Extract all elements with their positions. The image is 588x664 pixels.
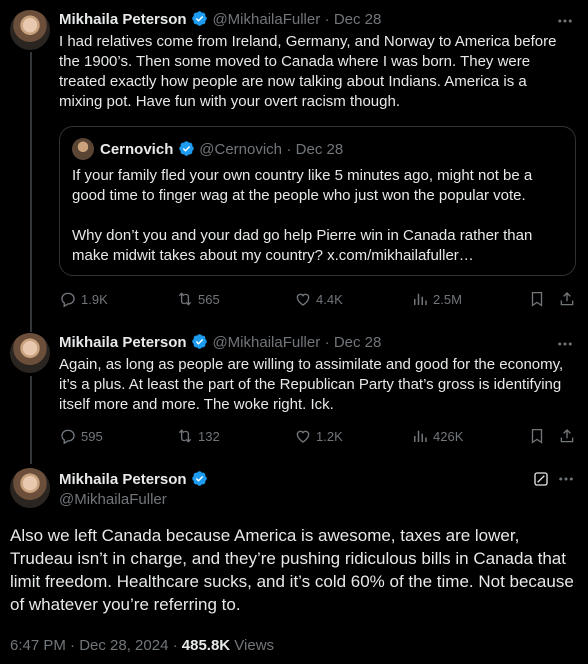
tweet-text: I had relatives come from Ireland, Germa… [59, 33, 557, 110]
views-button[interactable]: 2.5M [411, 290, 462, 308]
repost-count: 132 [198, 428, 220, 444]
tweet-text: Again, as long as people are willing to … [59, 356, 564, 413]
bookmark-button[interactable] [528, 427, 546, 450]
share-icon [560, 292, 574, 306]
views-icon [414, 293, 427, 305]
tweet-date[interactable]: · Dec 28 [325, 11, 382, 28]
like-count: 1.2K [316, 428, 343, 444]
reply-button[interactable]: 595 [59, 427, 103, 445]
quote-text-2: Why don’t you and your dad go help Pierr… [72, 227, 533, 264]
reply-icon [61, 429, 75, 445]
verified-icon [192, 471, 207, 486]
quote-author-name: Cernovich [100, 141, 174, 158]
more-icon[interactable] [557, 470, 575, 488]
views-count: 426K [433, 428, 464, 444]
repost-button[interactable]: 132 [176, 427, 220, 445]
quote-text-1: If your family fled your own country lik… [72, 167, 533, 204]
like-button[interactable]: 4.4K [294, 290, 343, 308]
views-count: 485.8K [181, 637, 231, 654]
tweet-header: Mikhaila Peterson @MikhailaFuller · Dec … [59, 10, 381, 29]
verified-icon [192, 334, 207, 349]
repost-icon [178, 292, 192, 306]
author-handle[interactable]: @MikhailaFuller [59, 491, 167, 508]
repost-count: 565 [198, 291, 220, 307]
share-button[interactable] [558, 290, 576, 313]
views-button[interactable]: 426K [411, 427, 463, 445]
main-tweet-text: Also we left Canada because America is a… [10, 526, 574, 614]
tweet-meta: 6:47 PM · Dec 28, 2024 · 485.8K Views [10, 637, 274, 654]
repost-icon [178, 429, 192, 443]
more-icon[interactable] [556, 335, 574, 353]
like-icon [296, 430, 310, 443]
author-name[interactable]: Mikhaila Peterson [59, 334, 187, 351]
quote-author-handle: @Cernovich [199, 141, 283, 158]
avatar[interactable] [10, 333, 50, 373]
thread-line [30, 376, 32, 464]
quote-tweet[interactable]: Cernovich @Cernovich · Dec 28 If your fa… [59, 126, 576, 276]
quote-date: · Dec 28 [286, 141, 344, 158]
reply-button[interactable]: 1.9K [59, 290, 108, 308]
bookmark-button[interactable] [528, 290, 546, 313]
author-handle[interactable]: @MikhailaFuller [212, 11, 320, 28]
author-handle[interactable]: @MikhailaFuller [212, 334, 320, 351]
like-button[interactable]: 1.2K [294, 427, 343, 445]
like-count: 4.4K [316, 291, 343, 307]
tweet-header: Mikhaila Peterson @MikhailaFuller · Dec … [59, 333, 381, 352]
thread-line [30, 52, 32, 332]
tweet-timestamp[interactable]: 6:47 PM · Dec 28, 2024 · [10, 637, 182, 654]
main-tweet-header: Mikhaila Peterson [59, 470, 208, 489]
quote-avatar [72, 138, 94, 160]
reply-count: 1.9K [81, 291, 108, 307]
author-name[interactable]: Mikhaila Peterson [59, 471, 187, 488]
share-button[interactable] [558, 427, 576, 450]
more-icon[interactable] [556, 12, 574, 30]
reply-icon [61, 292, 75, 308]
grok-icon[interactable] [533, 471, 549, 487]
bookmark-icon [531, 291, 543, 307]
author-name[interactable]: Mikhaila Peterson [59, 11, 187, 28]
views-label: Views [230, 637, 275, 654]
share-icon [560, 429, 574, 443]
reply-count: 595 [81, 428, 103, 444]
views-icon [414, 430, 427, 442]
avatar[interactable] [10, 10, 50, 50]
tweet-date[interactable]: · Dec 28 [325, 334, 382, 351]
views-count: 2.5M [433, 291, 462, 307]
like-icon [296, 293, 310, 306]
quote-header: Cernovich @Cernovich · Dec 28 [100, 140, 343, 159]
avatar[interactable] [10, 468, 50, 508]
verified-icon [179, 141, 194, 156]
repost-button[interactable]: 565 [176, 290, 220, 308]
verified-icon [192, 11, 207, 26]
bookmark-icon [531, 428, 543, 444]
